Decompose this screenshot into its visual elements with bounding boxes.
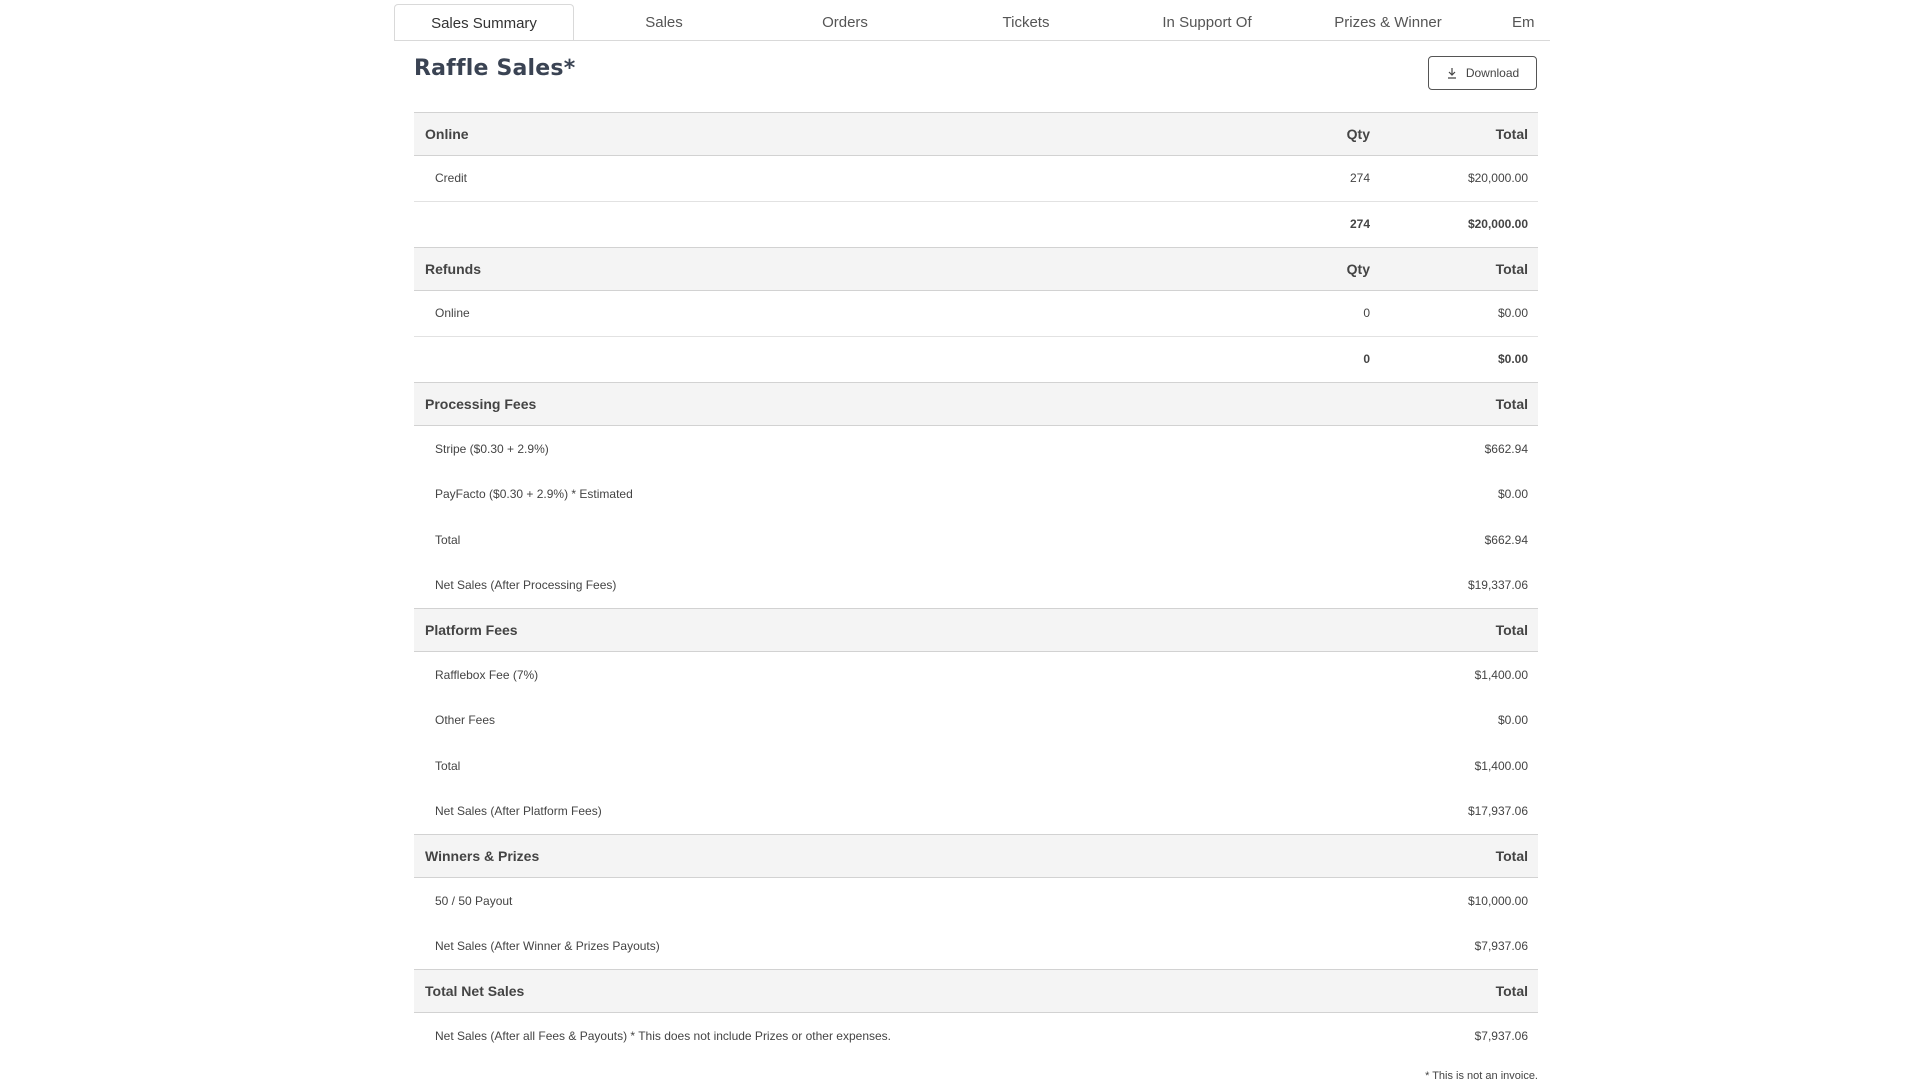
section-title: Platform Fees <box>425 622 518 638</box>
row-label: Online <box>435 306 470 321</box>
row-total: $0.00 <box>1497 487 1528 502</box>
table-row: 50 / 50 Payout $10,000.00 <box>414 878 1538 924</box>
section-winners-prizes-header: Winners & Prizes Total <box>414 834 1538 878</box>
row-total: $0.00 <box>1497 306 1528 321</box>
sales-report-table: Online Qty Total Credit 274 $20,000.00 2… <box>414 112 1538 1059</box>
report-tabs: Sales Summary Sales Orders Tickets In Su… <box>394 4 1550 41</box>
table-row: Stripe ($0.30 + 2.9%) $662.94 <box>414 426 1538 472</box>
qty-header: Qty <box>1346 261 1370 277</box>
table-row: Credit 274 $20,000.00 <box>414 156 1538 202</box>
row-total: $7,937.06 <box>1474 1028 1528 1043</box>
subtotal-qty: 0 <box>1363 352 1370 367</box>
section-title: Total Net Sales <box>425 983 525 999</box>
subtotal-qty: 274 <box>1349 217 1370 232</box>
table-row: Net Sales (After Platform Fees) $17,937.… <box>414 789 1538 835</box>
tab-prizes-winner[interactable]: Prizes & Winner <box>1298 4 1478 40</box>
section-processing-fees-header: Processing Fees Total <box>414 382 1538 426</box>
table-row: Total $1,400.00 <box>414 743 1538 789</box>
total-header: Total <box>1495 261 1528 277</box>
row-total: $19,337.06 <box>1467 578 1528 593</box>
section-title: Winners & Prizes <box>425 848 540 864</box>
row-total: $20,000.00 <box>1467 171 1528 186</box>
table-row: Net Sales (After all Fees & Payouts) * T… <box>414 1013 1538 1059</box>
row-label: Net Sales (After Winner & Prizes Payouts… <box>435 939 660 954</box>
section-online-header: Online Qty Total <box>414 112 1538 156</box>
table-row: PayFacto ($0.30 + 2.9%) * Estimated $0.0… <box>414 472 1538 518</box>
row-label: Net Sales (After Processing Fees) <box>435 578 617 593</box>
tab-sales-summary[interactable]: Sales Summary <box>394 4 574 40</box>
total-header: Total <box>1495 622 1528 638</box>
row-label: Credit <box>435 171 468 186</box>
tab-sales[interactable]: Sales <box>574 4 754 40</box>
download-label: Download <box>1465 66 1520 80</box>
download-button[interactable]: Download <box>1428 56 1537 90</box>
tab-tickets[interactable]: Tickets <box>936 4 1116 40</box>
tab-in-support-of[interactable]: In Support Of <box>1117 4 1297 40</box>
total-header: Total <box>1495 848 1528 864</box>
section-refunds-header: Refunds Qty Total <box>414 247 1538 291</box>
section-title: Refunds <box>425 261 481 277</box>
row-label: Stripe ($0.30 + 2.9%) <box>435 441 549 456</box>
row-total: $662.94 <box>1484 441 1528 456</box>
download-icon <box>1446 67 1458 79</box>
subtotal-total: $20,000.00 <box>1467 217 1528 232</box>
row-label: PayFacto ($0.30 + 2.9%) * Estimated <box>435 487 633 502</box>
section-title: Online <box>425 126 469 142</box>
section-platform-fees-header: Platform Fees Total <box>414 608 1538 652</box>
row-total: $17,937.06 <box>1467 804 1528 819</box>
section-total-net-sales-header: Total Net Sales Total <box>414 969 1538 1013</box>
subtotal-row: 274 $20,000.00 <box>414 202 1538 248</box>
subtotal-row: 0 $0.00 <box>414 337 1538 383</box>
table-row: Net Sales (After Processing Fees) $19,33… <box>414 563 1538 609</box>
tab-em[interactable]: Em <box>1512 4 1550 40</box>
subtotal-total: $0.00 <box>1497 352 1528 367</box>
row-total: $10,000.00 <box>1467 893 1528 908</box>
total-header: Total <box>1495 983 1528 999</box>
row-label: Net Sales (After Platform Fees) <box>435 804 602 819</box>
total-header: Total <box>1495 126 1528 142</box>
row-label: Total <box>435 532 461 547</box>
row-label: Rafflebox Fee (7%) <box>435 667 539 682</box>
table-row: Net Sales (After Winner & Prizes Payouts… <box>414 924 1538 970</box>
row-label: 50 / 50 Payout <box>435 893 513 908</box>
row-qty: 274 <box>1349 171 1370 186</box>
tab-orders[interactable]: Orders <box>755 4 935 40</box>
row-total: $1,400.00 <box>1474 758 1528 773</box>
row-qty: 0 <box>1363 306 1370 321</box>
qty-header: Qty <box>1346 126 1370 142</box>
row-total: $662.94 <box>1484 532 1528 547</box>
total-header: Total <box>1495 396 1528 412</box>
row-label: Net Sales (After all Fees & Payouts) * T… <box>435 1028 891 1043</box>
table-row: Online 0 $0.00 <box>414 291 1538 337</box>
row-label: Other Fees <box>435 713 496 728</box>
table-row: Rafflebox Fee (7%) $1,400.00 <box>414 652 1538 698</box>
row-total: $1,400.00 <box>1474 667 1528 682</box>
table-row: Other Fees $0.00 <box>414 698 1538 744</box>
row-total: $7,937.06 <box>1474 939 1528 954</box>
table-row: Total $662.94 <box>414 517 1538 563</box>
row-total: $0.00 <box>1497 713 1528 728</box>
section-title: Processing Fees <box>425 396 537 412</box>
row-label: Total <box>435 758 461 773</box>
invoice-footnote: * This is not an invoice. <box>1425 1070 1538 1082</box>
page-title: Raffle Sales* <box>414 56 576 81</box>
